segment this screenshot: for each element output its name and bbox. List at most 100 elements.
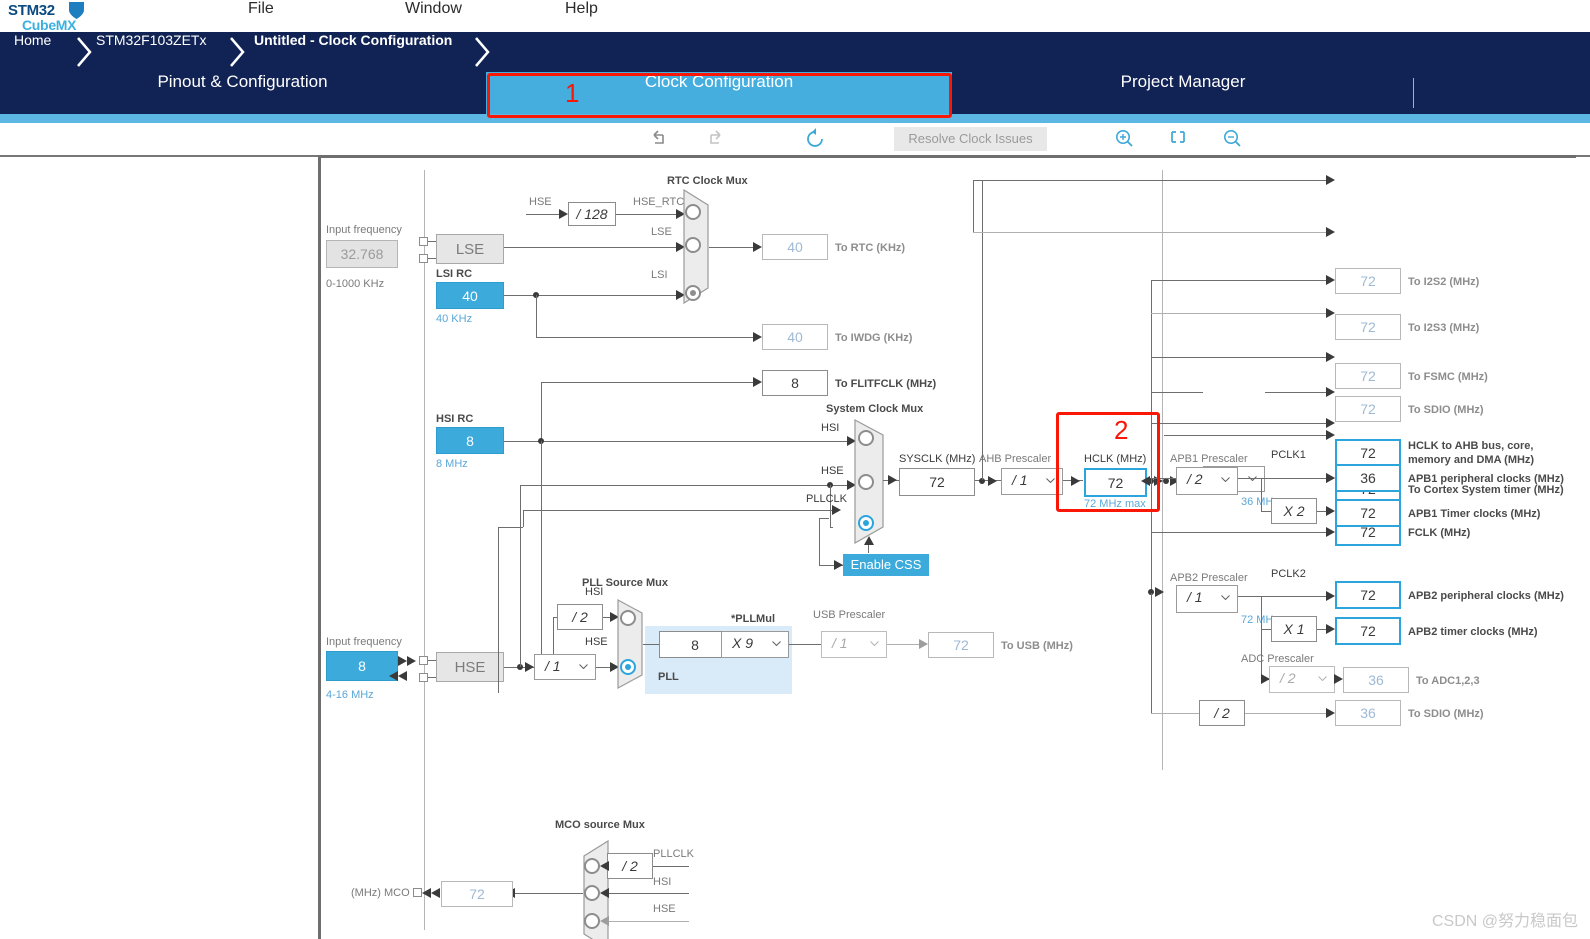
mco-pin — [413, 888, 422, 897]
lse-button[interactable]: LSE — [436, 234, 504, 264]
wire — [428, 241, 436, 242]
hsi-title: HSI RC — [436, 413, 474, 425]
clock-tree-canvas[interactable]: Input frequency 32.768 0-1000 KHz LSE LS… — [318, 155, 1576, 939]
apb2-timer-label: APB2 timer clocks (MHz) — [1408, 626, 1538, 638]
zoom-out-button[interactable] — [1218, 123, 1246, 155]
mco-value: 72 — [441, 881, 513, 907]
mco-pllclk-label: PLLCLK — [653, 848, 694, 860]
arrow-icon — [834, 560, 843, 570]
wire — [1151, 357, 1333, 358]
breadcrumb-device[interactable]: STM32F103ZETx — [96, 32, 206, 72]
rtc-mux-radio-lsi[interactable] — [685, 285, 701, 301]
undo-button[interactable] — [646, 123, 674, 155]
usb-prescaler-select[interactable]: / 1 — [821, 631, 887, 658]
mco-mux-radio-pllclk[interactable] — [584, 858, 600, 874]
enable-css-button[interactable]: Enable CSS — [843, 554, 929, 576]
zoom-in-icon — [1116, 130, 1133, 147]
arrow-left-icon — [600, 916, 609, 926]
wire — [609, 893, 689, 894]
tab-pinout-configuration[interactable]: Pinout & Configuration — [0, 72, 485, 114]
wire — [1151, 480, 1152, 593]
main-tabs: Pinout & Configuration Clock Configurati… — [0, 72, 1590, 114]
arrow-icon — [1326, 473, 1335, 483]
wire — [1238, 478, 1333, 479]
arrow-icon — [559, 209, 568, 219]
reset-button[interactable] — [802, 123, 830, 155]
wire — [1151, 392, 1152, 478]
arrow-icon — [753, 377, 762, 387]
wire — [511, 893, 583, 894]
arrow-icon — [753, 332, 762, 342]
apb2-periph-label: APB2 peripheral clocks (MHz) — [1408, 590, 1564, 602]
wire — [428, 660, 436, 661]
rtc-mux-radio-hse[interactable] — [685, 204, 701, 220]
breadcrumb-home[interactable]: Home — [14, 32, 51, 72]
hclk-label: HCLK (MHz) — [1084, 453, 1147, 465]
arrow-icon — [988, 476, 997, 486]
wire — [653, 866, 689, 867]
apb1-timer-label: APB1 Timer clocks (MHz) — [1408, 508, 1541, 520]
apb1-prescaler-select[interactable]: / 2 — [1176, 467, 1238, 495]
apb2-timer-value: 72 — [1335, 617, 1401, 645]
rtc-mux-radio-lse[interactable] — [685, 237, 701, 253]
hclk-ahb-label-2: memory and DMA (MHz) — [1408, 454, 1535, 466]
arrow-left-icon — [600, 888, 609, 898]
pll-mux-radio-hse[interactable] — [620, 659, 636, 675]
wire — [1238, 596, 1333, 597]
wire — [1261, 596, 1262, 629]
usb-prescaler-value: / 1 — [832, 635, 848, 651]
apb1-mul: X 2 — [1271, 498, 1317, 524]
arrow-left-icon — [1141, 476, 1150, 486]
pll-mux-radio-hsi[interactable] — [620, 610, 636, 626]
hse-input-frequency-label: Input frequency — [326, 636, 402, 648]
sysmux-radio-hse[interactable] — [858, 474, 874, 490]
sysmux-radio-hsi[interactable] — [858, 430, 874, 446]
arrow-up-icon — [864, 536, 874, 545]
tab-project-manager[interactable]: Project Manager — [953, 72, 1413, 114]
pll-hsi-divider: / 2 — [557, 604, 603, 630]
arrow-icon — [525, 662, 534, 672]
resolve-clock-issues-button[interactable]: Resolve Clock Issues — [894, 127, 1047, 151]
redo-button[interactable] — [700, 123, 728, 155]
wire — [819, 518, 829, 519]
to-usb-value: 72 — [928, 632, 994, 658]
zoom-out-icon — [1224, 130, 1241, 147]
to-iwdg-label: To IWDG (KHz) — [835, 332, 913, 344]
wire — [1151, 713, 1199, 714]
menu-window[interactable]: Window — [405, 0, 462, 32]
wire — [428, 677, 436, 678]
menu-bar: STM32 CubeMX File Window Help — [0, 0, 1590, 33]
output-label-1: To I2S3 (MHz) — [1408, 322, 1480, 334]
hse-prescaler-select[interactable]: / 1 — [534, 654, 596, 680]
arrow-icon — [1326, 308, 1335, 318]
lsi-value-field[interactable]: 40 — [436, 282, 504, 309]
arrow-icon — [753, 242, 762, 252]
menu-file[interactable]: File — [248, 0, 274, 32]
adc-prescaler-select[interactable]: / 2 — [1269, 666, 1335, 693]
mco-mux-radio-hsi[interactable] — [584, 885, 600, 901]
hclk-value[interactable]: 72 — [1084, 468, 1147, 497]
lse-pin-bottom — [419, 254, 428, 263]
panel-divider-right — [1162, 170, 1163, 770]
system-clock-mux-title: System Clock Mux — [826, 403, 924, 415]
apb2-prescaler-select[interactable]: / 1 — [1176, 585, 1238, 613]
menu-help[interactable]: Help — [565, 0, 598, 32]
ahb-prescaler-select[interactable]: / 1 — [1001, 468, 1063, 495]
fit-screen-button[interactable] — [1164, 123, 1192, 155]
tab-clock-configuration[interactable]: Clock Configuration — [486, 72, 952, 114]
pllmul-select[interactable]: X 9 — [721, 631, 789, 658]
sysmux-radio-pllclk[interactable] — [858, 515, 874, 531]
wire — [973, 232, 1333, 233]
lse-input-frequency-field[interactable]: 32.768 — [326, 240, 398, 268]
hsi-value-field[interactable]: 8 — [436, 427, 504, 454]
zoom-in-button[interactable] — [1110, 123, 1138, 155]
wire — [523, 510, 839, 511]
hse-button[interactable]: HSE — [436, 652, 504, 682]
chevron-down-icon — [1221, 477, 1230, 482]
mco-mux-radio-hse[interactable] — [584, 913, 600, 929]
wire — [504, 247, 683, 248]
hse-input-frequency-field[interactable]: 8 — [326, 651, 398, 681]
clock-toolbar: Resolve Clock Issues — [0, 123, 1590, 155]
arrow-icon — [1326, 430, 1335, 440]
chevron-right-icon — [230, 37, 245, 67]
